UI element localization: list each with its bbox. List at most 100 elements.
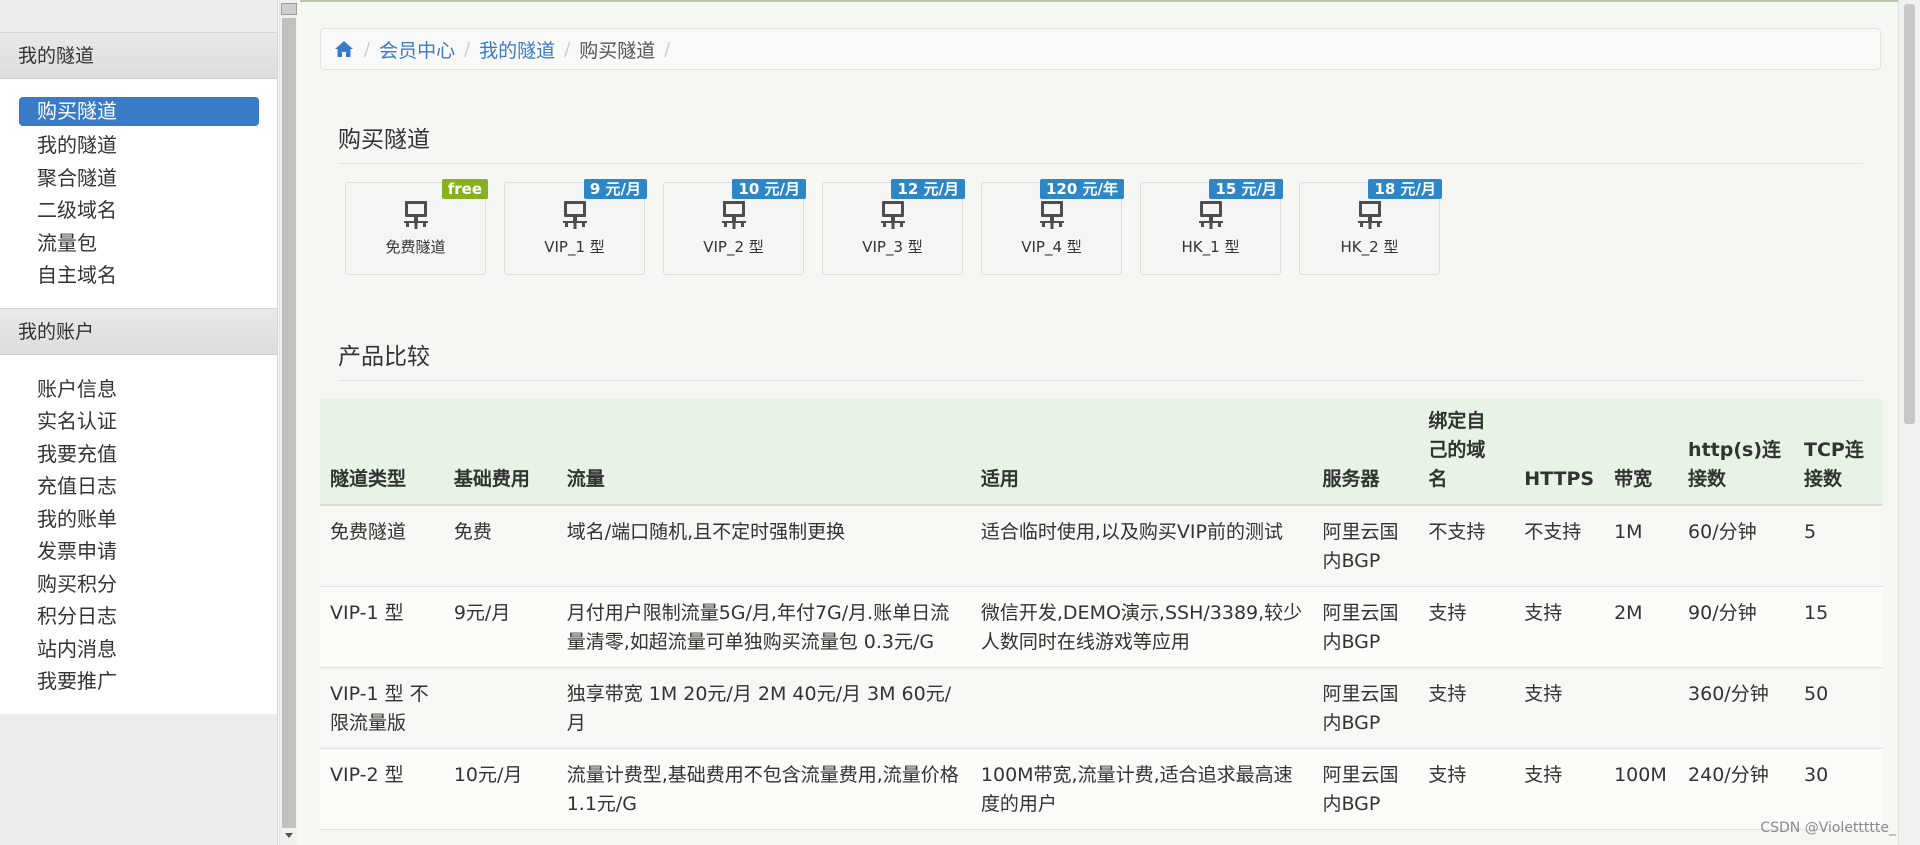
- tunnel-card-label: VIP_4 型: [1021, 238, 1082, 256]
- sidebar-item-invoice[interactable]: 发票申请: [19, 535, 259, 568]
- tunnel-card[interactable]: 12 元/月 VIP_3 型: [822, 179, 965, 275]
- table-cell: 阿里云国内BGP: [1312, 505, 1419, 587]
- page-scroll-thumb[interactable]: [1904, 4, 1915, 424]
- table-cell: VIP-1 型: [320, 586, 444, 668]
- breadcrumb-my-tunnels[interactable]: 我的隧道: [479, 36, 555, 63]
- sidebar-item-own-domain[interactable]: 自主域名: [19, 259, 259, 292]
- sidebar-account-list: 账户信息 实名认证 我要充值 充值日志 我的账单 发票申请 购买积分 积分日志 …: [0, 354, 277, 714]
- table-header-cell: 流量: [556, 399, 971, 506]
- home-icon[interactable]: [333, 38, 355, 60]
- table-cell: [970, 667, 1313, 749]
- sidebar-item-my-tunnels[interactable]: 我的隧道: [19, 129, 259, 162]
- breadcrumb-member-center[interactable]: 会员中心: [379, 36, 455, 63]
- price-badge: 18 元/月: [1368, 179, 1442, 199]
- table-cell: VIP-2 型: [320, 748, 444, 830]
- sidebar-item-bills[interactable]: 我的账单: [19, 503, 259, 536]
- table-cell: 不支持: [1418, 505, 1515, 587]
- table-cell: 阿里云国内BGP: [1312, 748, 1419, 830]
- sidebar-item-realname[interactable]: 实名认证: [19, 405, 259, 438]
- compare-table-wrap: 隧道类型 基础费用 流量 适用 服务器 绑定自己的域名 HTTPS 带宽 http(s)连接数 T…: [320, 399, 1883, 830]
- tunnel-card[interactable]: 120 元/年 VIP_4 型: [981, 179, 1124, 275]
- table-body: 免费隧道 免费 域名/端口随机,且不定时强制更换 适合临时使用,以及购买VIP前的测试…: [320, 505, 1883, 830]
- table-cell: 微信开发,DEMO演示,SSH/3389,较少人数同时在线游戏等应用: [970, 586, 1313, 668]
- table-cell: 阿里云国内BGP: [1312, 667, 1419, 749]
- sidebar-item-recharge-log[interactable]: 充值日志: [19, 470, 259, 503]
- table-row: VIP-1 型 9元/月 月付用户限制流量5G/月,年付7G/月.账单日流量清零,如…: [320, 586, 1883, 668]
- table-cell: 30: [1793, 748, 1883, 830]
- sidebar: 我的隧道 购买隧道 我的隧道 聚合隧道 二级域名 流量包 自主域名 我的账户 账…: [0, 0, 278, 845]
- sidebar-item-aggregate-tunnels[interactable]: 聚合隧道: [19, 162, 259, 195]
- sidebar-item-traffic-pack[interactable]: 流量包: [19, 227, 259, 260]
- compare-table: 隧道类型 基础费用 流量 适用 服务器 绑定自己的域名 HTTPS 带宽 http(s)连接数 T…: [320, 399, 1883, 830]
- sidebar-item-points-log[interactable]: 积分日志: [19, 600, 259, 633]
- table-row: 免费隧道 免费 域名/端口随机,且不定时强制更换 适合临时使用,以及购买VIP前的测试…: [320, 505, 1883, 587]
- table-cell: 240/分钟: [1678, 748, 1794, 830]
- monitor-network-icon: [1039, 201, 1064, 229]
- sidebar-item-account-info[interactable]: 账户信息: [19, 373, 259, 406]
- table-cell: 适合临时使用,以及购买VIP前的测试: [970, 505, 1313, 587]
- monitor-network-icon: [403, 201, 428, 229]
- breadcrumb-separator: /: [364, 38, 371, 60]
- table-cell: 支持: [1514, 748, 1605, 830]
- watermark: CSDN @Violettttte_: [1760, 820, 1896, 836]
- table-cell: 50: [1793, 667, 1883, 749]
- table-cell: 流量计费型,基础费用不包含流量费用,流量价格1.1元/G: [556, 748, 971, 830]
- table-header-cell: HTTPS: [1514, 399, 1605, 506]
- monitor-network-icon: [1198, 201, 1223, 229]
- sidebar-scrollbar[interactable]: [279, 0, 297, 845]
- table-cell: 2M: [1604, 586, 1679, 668]
- breadcrumb-separator: /: [564, 38, 571, 60]
- tunnel-card-label: VIP_2 型: [703, 238, 764, 256]
- sidebar-group-account-header[interactable]: 我的账户: [0, 307, 277, 355]
- sidebar-item-messages[interactable]: 站内消息: [19, 633, 259, 666]
- table-cell: 360/分钟: [1678, 667, 1794, 749]
- table-header-cell: 带宽: [1604, 399, 1679, 506]
- price-badge: 10 元/月: [732, 179, 806, 199]
- breadcrumb-current: 购买隧道: [579, 39, 656, 62]
- price-badge: 120 元/年: [1039, 179, 1124, 199]
- table-cell: 10元/月: [443, 748, 557, 830]
- table-cell: 免费隧道: [320, 505, 444, 587]
- scroll-up-arrow[interactable]: [281, 3, 297, 15]
- tunnel-card[interactable]: 15 元/月 HK_1 型: [1140, 179, 1283, 275]
- tunnel-card-label: 免费隧道: [385, 238, 446, 256]
- price-badge: free: [441, 179, 488, 199]
- table-header-cell: 基础费用: [443, 399, 557, 506]
- tunnel-card-label: VIP_3 型: [862, 238, 923, 256]
- table-cell: 阿里云国内BGP: [1312, 586, 1419, 668]
- breadcrumb-separator: /: [464, 38, 471, 60]
- breadcrumb-separator: /: [664, 38, 671, 60]
- table-cell: 15: [1793, 586, 1883, 668]
- top-border: [300, 0, 1898, 2]
- tunnel-card[interactable]: 10 元/月 VIP_2 型: [663, 179, 806, 275]
- tunnel-card-label: VIP_1 型: [544, 238, 605, 256]
- table-cell: 5: [1793, 505, 1883, 587]
- table-row: VIP-2 型 10元/月 流量计费型,基础费用不包含流量费用,流量价格1.1元/G…: [320, 748, 1883, 830]
- table-cell: 支持: [1514, 586, 1605, 668]
- table-cell: 不支持: [1514, 505, 1605, 587]
- table-cell: 支持: [1418, 748, 1515, 830]
- table-cell: 60/分钟: [1678, 505, 1794, 587]
- tunnel-card[interactable]: 9 元/月 VIP_1 型: [504, 179, 647, 275]
- sidebar-item-recharge[interactable]: 我要充值: [19, 438, 259, 471]
- sidebar-scroll-thumb[interactable]: [282, 18, 296, 828]
- table-header-cell: TCP连接数: [1793, 399, 1883, 506]
- sidebar-item-subdomain[interactable]: 二级域名: [19, 194, 259, 227]
- table-cell: 90/分钟: [1678, 586, 1794, 668]
- sidebar-group-tunnels-header[interactable]: 我的隧道: [0, 32, 277, 79]
- table-cell: 支持: [1418, 586, 1515, 668]
- tunnel-card[interactable]: 18 元/月 HK_2 型: [1299, 179, 1442, 275]
- tunnel-card[interactable]: free 免费隧道: [345, 179, 488, 275]
- page-scrollbar[interactable]: [1898, 0, 1920, 845]
- table-header-cell: 绑定自己的域名: [1418, 399, 1515, 506]
- scroll-down-arrow[interactable]: [285, 833, 293, 838]
- table-cell: 9元/月: [443, 586, 557, 668]
- main-content: / 会员中心 / 我的隧道 / 购买隧道 / 购买隧道 free 免费隧道 9 元/…: [300, 0, 1898, 845]
- price-badge: 15 元/月: [1209, 179, 1283, 199]
- sidebar-item-buy-points[interactable]: 购买积分: [19, 568, 259, 601]
- monitor-network-icon: [880, 201, 905, 229]
- table-cell: 支持: [1514, 667, 1605, 749]
- table-cell: 100M带宽,流量计费,适合追求最高速度的用户: [970, 748, 1313, 830]
- sidebar-item-buy-tunnel[interactable]: 购买隧道: [19, 97, 259, 126]
- sidebar-item-promote[interactable]: 我要推广: [19, 665, 259, 698]
